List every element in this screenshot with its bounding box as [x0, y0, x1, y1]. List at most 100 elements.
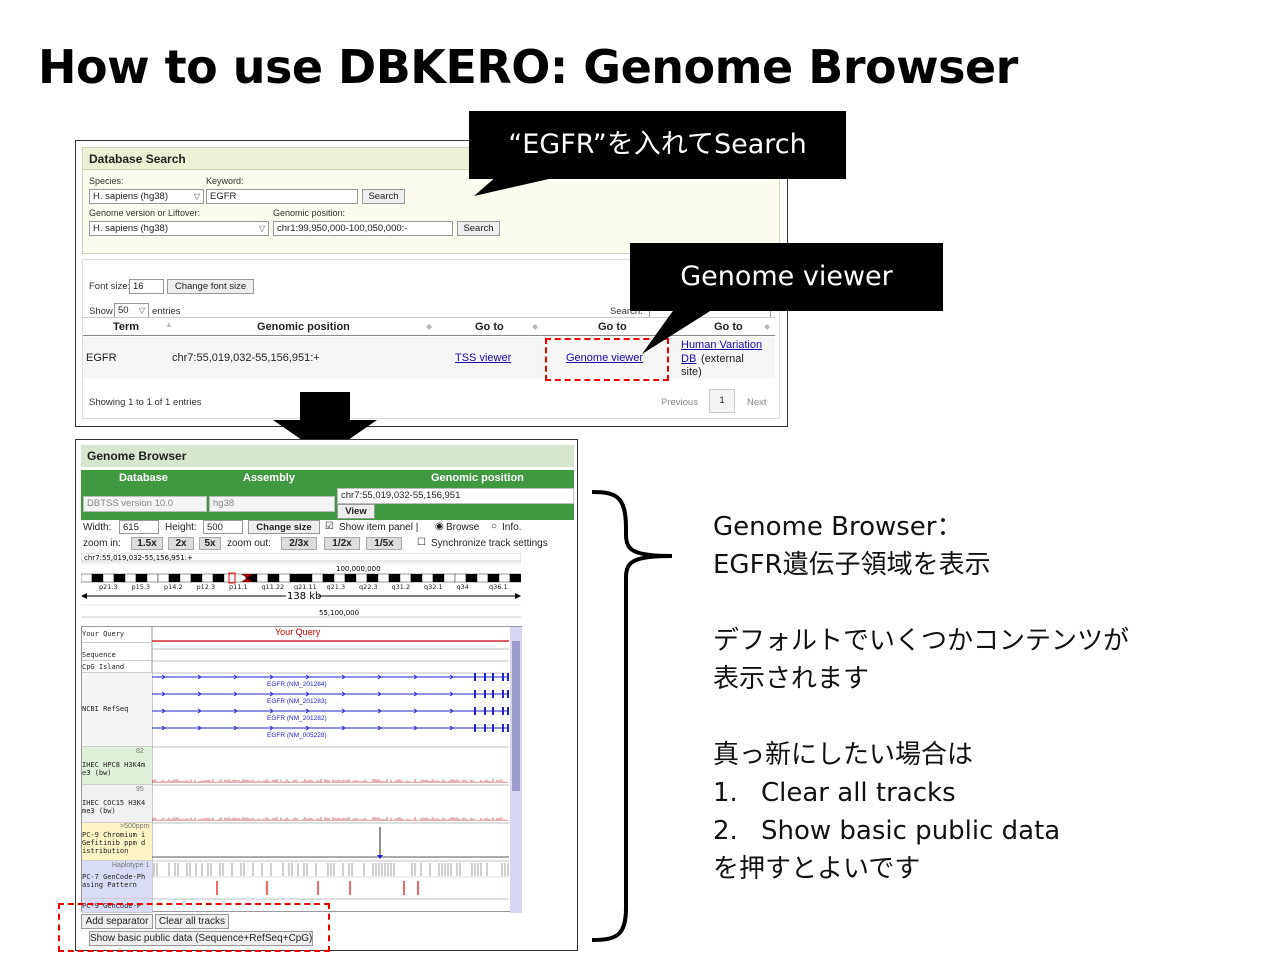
- sync-checkbox[interactable]: ☐: [417, 537, 426, 548]
- zoom-out-1-2x-button[interactable]: 1/2x: [324, 537, 360, 550]
- track-label-ncbi-refseq[interactable]: NCBI RefSeq: [82, 673, 152, 747]
- page-1-button[interactable]: 1: [709, 389, 735, 413]
- exon-block: [484, 690, 486, 698]
- band-label: p15.3: [132, 583, 151, 591]
- exon-block: [507, 724, 509, 732]
- band-label: p14.2: [164, 583, 183, 591]
- genome-version-select[interactable]: H. sapiens (hg38) ▽: [89, 221, 269, 236]
- desc-list-item: 2. Show basic public data: [713, 816, 1061, 846]
- exon-block: [484, 673, 486, 681]
- exon-block: [484, 724, 486, 732]
- width-input[interactable]: 615: [119, 520, 159, 534]
- track-max-value: 82: [136, 748, 144, 755]
- ideogram-band: [278, 573, 291, 583]
- sort-icon: ◆: [532, 322, 539, 331]
- genomic-position-field[interactable]: chr7:55,019,032-55,156,951: [337, 488, 574, 504]
- sort-asc-icon: ▲: [165, 320, 173, 329]
- sync-label: Synchronize track settings: [431, 538, 548, 549]
- change-font-size-button[interactable]: Change font size: [167, 279, 254, 294]
- band-label: q34: [457, 583, 469, 591]
- ideogram-band: [135, 573, 148, 583]
- exon-block: [492, 690, 494, 698]
- chevron-down-icon: ▽: [138, 306, 145, 315]
- transcript-label: EGFR (NM_201284): [267, 681, 327, 688]
- genomic-position-input[interactable]: chr1:99,950,000-100,050,000:-: [273, 221, 453, 236]
- ideogram-band: [333, 573, 346, 583]
- tab-genomic-position[interactable]: Genomic position: [431, 472, 524, 484]
- exon-block: [502, 724, 504, 732]
- genome-browser-fields: DBTSS version 10.0 hg38 chr7:55,019,032-…: [81, 488, 574, 520]
- exon-block: [502, 707, 504, 715]
- desc-list-item: 1. Clear all tracks: [713, 778, 956, 808]
- track-label-sequence[interactable]: Sequence: [82, 649, 152, 661]
- band-label: q22.3: [359, 583, 378, 591]
- track-max-value: >500ppm: [120, 823, 150, 830]
- sort-icon: ◆: [426, 322, 433, 331]
- tab-database[interactable]: Database: [119, 472, 168, 484]
- ideogram-band: [157, 573, 170, 583]
- ideogram-band: [212, 573, 225, 583]
- column-header-term[interactable]: Term: [113, 321, 139, 333]
- font-size-input[interactable]: 16: [129, 279, 164, 294]
- font-size-label: Font size:: [89, 281, 131, 292]
- slide-title: How to use DBKERO: Genome Browser: [38, 40, 1018, 94]
- position-cell: chr7:55,019,032-55,156,951:+: [172, 352, 320, 364]
- track-label-your-query[interactable]: Your Query: [82, 627, 152, 643]
- entries-select[interactable]: 50 ▽: [114, 303, 149, 318]
- sort-icon: ◆: [764, 322, 771, 331]
- position-search-button[interactable]: Search: [457, 221, 500, 236]
- show-item-panel-checkbox[interactable]: ☑: [325, 521, 334, 532]
- transcript-label: EGFR (NM_005228): [267, 732, 327, 739]
- band-label: q31.2: [392, 583, 411, 591]
- height-input[interactable]: 500: [203, 520, 243, 534]
- database-field[interactable]: DBTSS version 10.0: [83, 496, 207, 512]
- previous-button[interactable]: Previous: [661, 397, 698, 408]
- zoom-in-1-5x-button[interactable]: 1.5x: [131, 537, 163, 550]
- genomic-position-label: Genomic position:: [273, 208, 346, 218]
- zoom-in-label: zoom in:: [83, 538, 121, 549]
- ideogram-band: [509, 573, 522, 583]
- viewer-callout: Genome viewer: [630, 243, 943, 311]
- footer-buttons-highlight: [58, 903, 330, 952]
- exon-block: [474, 673, 476, 681]
- change-size-button[interactable]: Change size: [248, 520, 320, 534]
- chevron-down-icon: ▽: [193, 192, 200, 201]
- view-button[interactable]: View: [337, 504, 375, 519]
- zoom-in-5x-button[interactable]: 5x: [199, 537, 221, 550]
- next-button[interactable]: Next: [747, 397, 767, 408]
- desc-line: 表示されます: [713, 664, 870, 694]
- ideogram-band: [168, 573, 181, 583]
- species-select[interactable]: H. sapiens (hg38) ▽: [89, 189, 204, 204]
- column-header-goto-2[interactable]: Go to: [598, 321, 627, 333]
- keyword-input[interactable]: EGFR: [206, 189, 358, 204]
- desc-line: 真っ新にしたい場合は: [713, 740, 974, 770]
- transcript-label: EGFR (NM_201283): [267, 698, 327, 705]
- zoom-in-2x-button[interactable]: 2x: [168, 537, 194, 550]
- keyword-search-button[interactable]: Search: [362, 189, 405, 204]
- assembly-field[interactable]: hg38: [209, 496, 335, 512]
- species-label: Species:: [89, 176, 124, 186]
- zoom-out-2-3x-button[interactable]: 2/3x: [281, 537, 317, 550]
- ideogram-band: [113, 573, 126, 583]
- ideogram-band: [344, 573, 357, 583]
- track-label-cpg-island[interactable]: CpG Island: [82, 661, 152, 673]
- ideogram-band: [476, 573, 489, 583]
- ideogram-band: [454, 573, 467, 583]
- tab-assembly[interactable]: Assembly: [243, 472, 295, 484]
- ideogram-band: [399, 573, 412, 583]
- tss-viewer-link[interactable]: TSS viewer: [455, 352, 511, 364]
- column-header-goto-1[interactable]: Go to: [475, 321, 504, 333]
- ideogram-band: [91, 573, 104, 583]
- chromosome-ideogram: chr7:55,019,032-55,156,951:+ 100,000,000…: [80, 552, 522, 625]
- svg-text:55,100,000: 55,100,000: [319, 609, 359, 617]
- genome-browser-screenshot: Genome Browser Database Assembly Genomic…: [75, 439, 578, 951]
- browse-radio[interactable]: ◉: [435, 521, 444, 532]
- desc-line: を押すとよいです: [713, 854, 921, 884]
- column-header-position[interactable]: Genomic position: [257, 321, 350, 333]
- zoom-out-1-5x-button[interactable]: 1/5x: [366, 537, 402, 550]
- exon-block: [492, 707, 494, 715]
- ideogram-band: [102, 573, 115, 583]
- info-label: Info.: [502, 522, 522, 533]
- track-panel: Your Query EGFR (NM_201284) EGFR (NM_2012…: [81, 626, 522, 913]
- info-radio[interactable]: ○: [491, 521, 497, 532]
